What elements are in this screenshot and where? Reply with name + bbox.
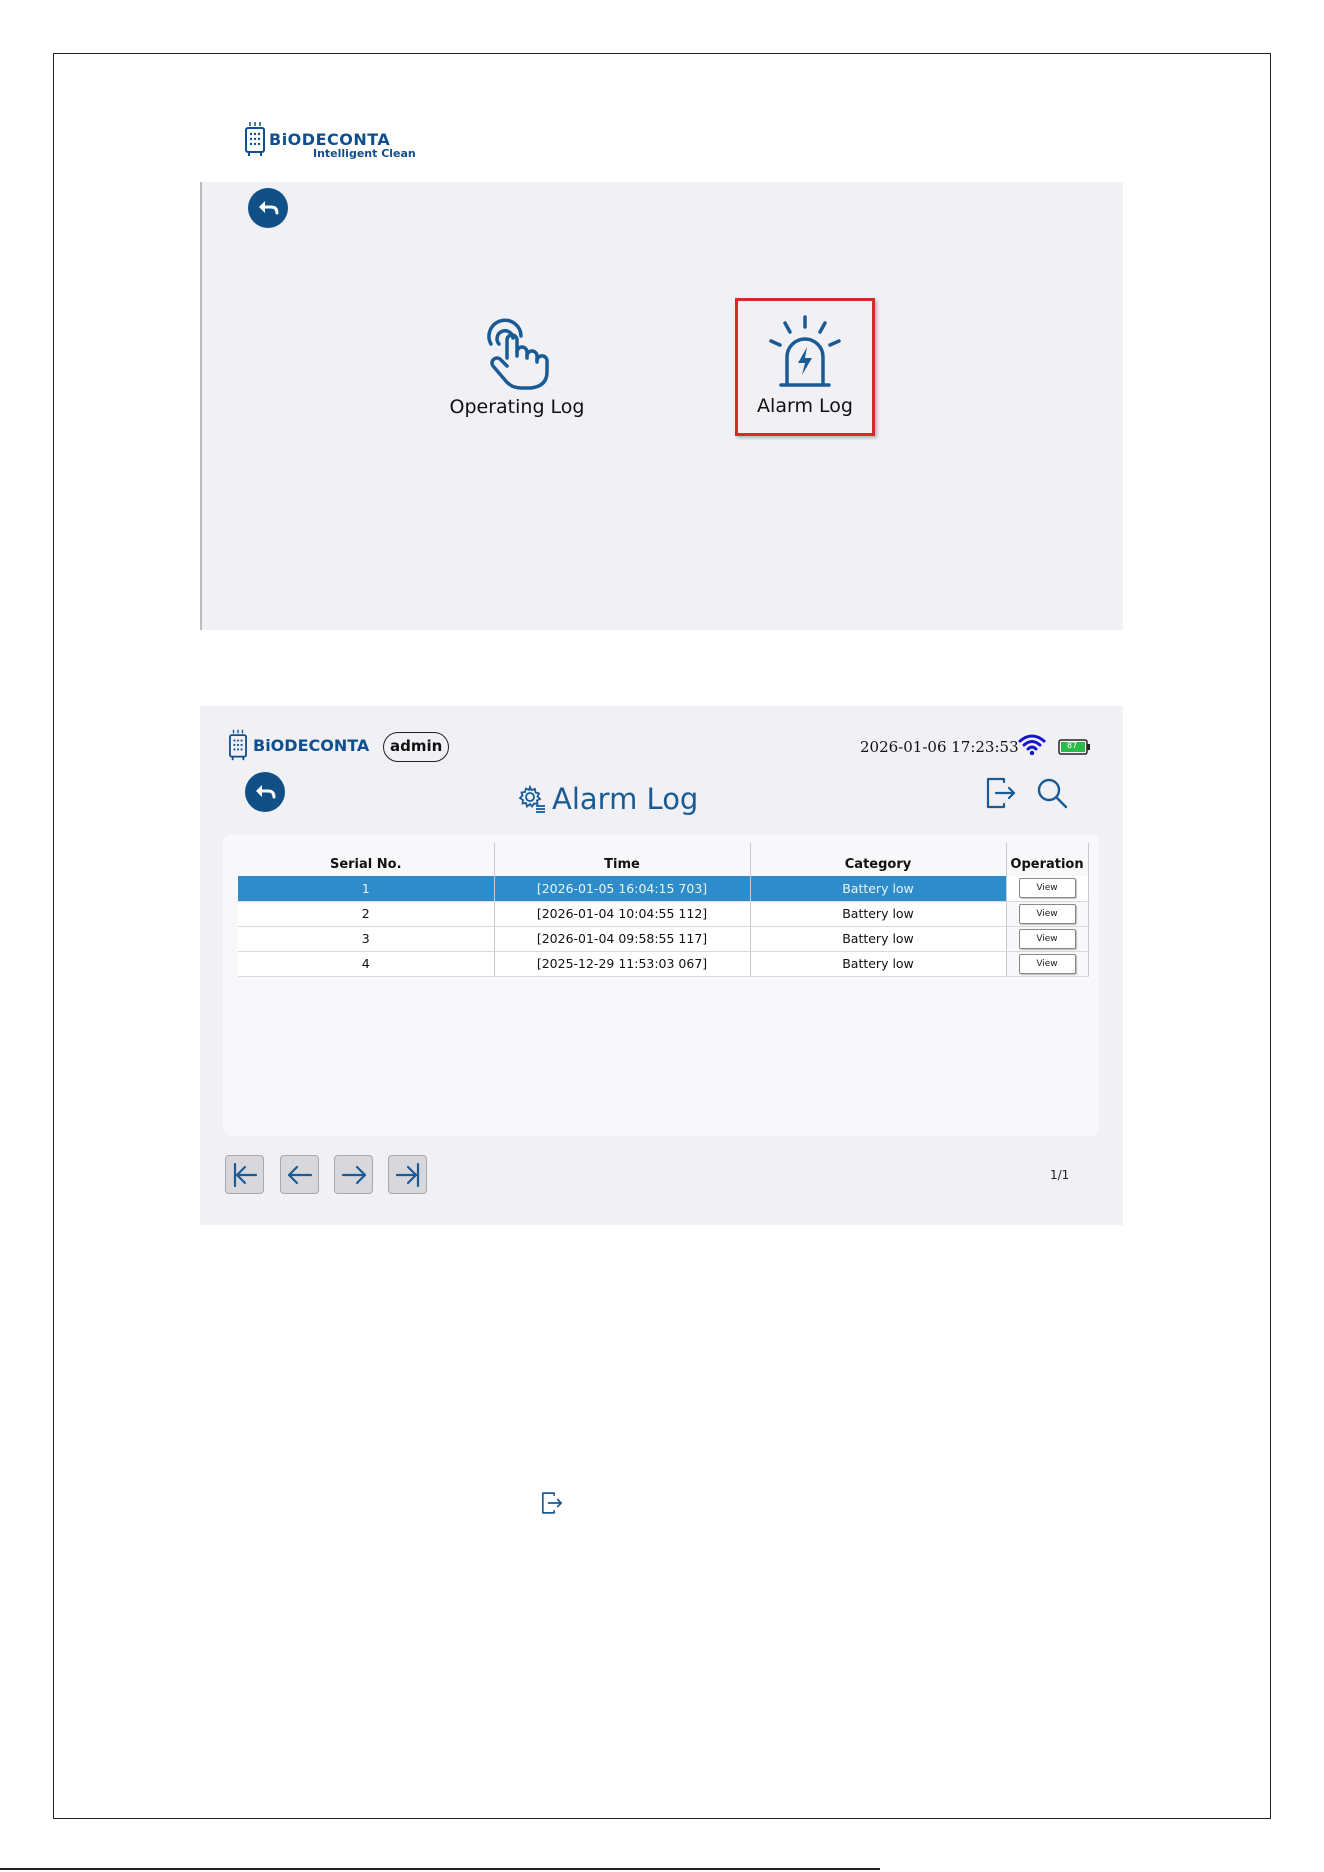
- alarm-table-container: Serial No. Time Category Operation 1 [20…: [223, 834, 1099, 1136]
- table-row[interactable]: 3 [2026-01-04 09:58:55 117] Battery low …: [238, 926, 1089, 952]
- prev-page-button[interactable]: [280, 1155, 319, 1194]
- next-page-icon: [341, 1165, 366, 1184]
- alarm-log-screen: BiODECONTA admin 2026-01-06 17:23:53 87: [200, 706, 1123, 1225]
- cell-serial: 3: [238, 926, 495, 952]
- cell-time: [2026-01-05 16:04:15 703]: [494, 876, 751, 902]
- battery-indicator: 87: [1058, 739, 1090, 755]
- cell-time: [2026-01-04 10:04:55 112]: [494, 901, 751, 927]
- table-row[interactable]: 2 [2026-01-04 10:04:55 112] Battery low …: [238, 901, 1089, 927]
- tile-alarm-log[interactable]: Alarm Log: [735, 298, 875, 436]
- log-menu-screen: Operating Log Alarm Log: [200, 182, 1123, 630]
- tile-label: Operating Log: [449, 396, 585, 418]
- tile-label: Alarm Log: [757, 395, 853, 417]
- tile-operating-log[interactable]: Operating Log: [447, 314, 587, 418]
- page-title-text: Alarm Log: [552, 782, 699, 816]
- cell-category: Battery low: [750, 876, 1007, 902]
- col-operation: Operation: [1006, 843, 1089, 876]
- cell-serial: 2: [238, 901, 495, 927]
- logo: BiODECONTA Intelligent Clean: [244, 120, 416, 160]
- footer-divider: [0, 1868, 880, 1870]
- back-button[interactable]: [248, 188, 288, 228]
- prev-page-icon: [287, 1165, 312, 1184]
- table-row[interactable]: 4 [2025-12-29 11:53:03 067] Battery low …: [238, 951, 1089, 977]
- export-icon[interactable]: [984, 776, 1018, 810]
- col-serial: Serial No.: [238, 843, 495, 876]
- hand-pointer-icon: [487, 318, 549, 390]
- header-logo: BiODECONTA: [228, 728, 369, 762]
- datetime: 2026-01-06 17:23:53: [860, 738, 1019, 756]
- cell-time: [2025-12-29 11:53:03 067]: [494, 951, 751, 977]
- cell-category: Battery low: [750, 901, 1007, 927]
- view-button[interactable]: View: [1018, 953, 1076, 974]
- device-logo-icon: [245, 122, 265, 156]
- back-arrow-icon: [259, 201, 279, 215]
- alarm-siren-icon: [769, 315, 841, 387]
- cell-category: Battery low: [750, 951, 1007, 977]
- last-page-button[interactable]: [388, 1155, 427, 1194]
- search-icon[interactable]: [1035, 776, 1069, 810]
- first-page-icon: [233, 1162, 257, 1187]
- cell-category: Battery low: [750, 926, 1007, 952]
- logo-tagline: Intelligent Clean: [313, 147, 416, 160]
- back-arrow-icon: [256, 785, 276, 799]
- cell-operation: View: [1006, 876, 1089, 902]
- view-button[interactable]: View: [1018, 903, 1076, 924]
- next-page-button[interactable]: [334, 1155, 373, 1194]
- header-brand: BiODECONTA: [253, 735, 370, 755]
- col-category: Category: [750, 843, 1007, 876]
- gear-list-icon: [518, 785, 545, 813]
- table-row[interactable]: 1 [2026-01-05 16:04:15 703] Battery low …: [238, 876, 1089, 902]
- export-icon: [541, 1492, 563, 1514]
- page-title: Alarm Log: [518, 782, 698, 816]
- view-button[interactable]: View: [1018, 928, 1076, 949]
- first-page-button[interactable]: [225, 1155, 264, 1194]
- alarm-table: Serial No. Time Category Operation 1 [20…: [238, 843, 1089, 977]
- cell-serial: 4: [238, 951, 495, 977]
- cell-operation: View: [1006, 926, 1089, 952]
- cell-operation: View: [1006, 901, 1089, 927]
- last-page-icon: [395, 1162, 419, 1187]
- cell-time: [2026-01-04 09:58:55 117]: [494, 926, 751, 952]
- wifi-icon: [1018, 734, 1046, 756]
- user-badge[interactable]: admin: [383, 732, 450, 762]
- cell-serial: 1: [238, 876, 495, 902]
- view-button[interactable]: View: [1018, 878, 1076, 899]
- back-button[interactable]: [245, 772, 285, 812]
- battery-level: 87: [1067, 741, 1078, 750]
- page-indicator: 1/1: [1050, 1168, 1070, 1182]
- device-logo-icon: [229, 729, 247, 761]
- cell-operation: View: [1006, 951, 1089, 977]
- col-time: Time: [494, 843, 751, 876]
